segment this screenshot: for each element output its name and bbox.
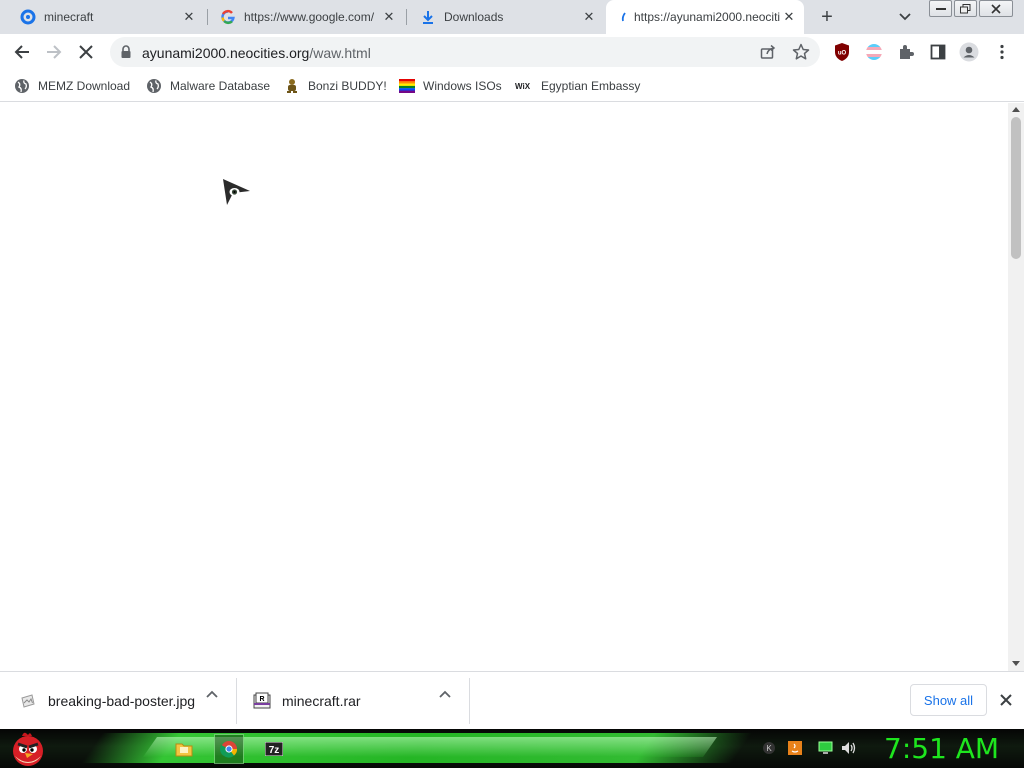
scrollbar-thumb[interactable]	[1011, 117, 1021, 259]
download-filename: minecraft.rar	[282, 693, 361, 709]
bookmark-memz-download[interactable]: MEMZ Download	[14, 76, 130, 96]
bookmark-label: Egyptian Embassy	[541, 79, 641, 93]
bookmark-label: Malware Database	[170, 79, 271, 93]
tab-search-chevron-down-icon[interactable]	[895, 8, 915, 26]
download-options-chevron-up-icon[interactable]	[205, 686, 221, 700]
windows-taskbar: 7z K 7:51 AM	[0, 729, 1024, 768]
bonzi-icon	[284, 78, 300, 94]
svg-text:uO: uO	[838, 51, 847, 57]
chrome-icon[interactable]	[214, 734, 244, 764]
share-icon[interactable]	[760, 44, 776, 65]
window-controls	[927, 0, 1013, 17]
bookmark-bonzi-buddy[interactable]: Bonzi BUDDY!	[284, 76, 387, 96]
url-host: ayunami2000.neocities.org	[142, 45, 310, 61]
tray-skype-icon[interactable]: K	[761, 740, 777, 756]
eye-cursor-icon	[220, 177, 252, 207]
close-tab-icon[interactable]: ✕	[380, 8, 398, 26]
url-path: /waw.html	[309, 45, 371, 61]
page-content[interactable]	[0, 103, 1008, 671]
bookmark-star-icon[interactable]	[792, 43, 810, 66]
image-file-icon	[18, 691, 38, 711]
rar-archive-icon: R	[252, 691, 272, 711]
tray-java-update-icon[interactable]	[787, 740, 803, 756]
window-close-button[interactable]	[979, 0, 1013, 17]
tab-title: minecraft	[44, 10, 94, 24]
tab-title: https://ayunami2000.neocities.org/waw.ht…	[634, 10, 780, 24]
bookmark-label: Bonzi BUDDY!	[308, 79, 387, 93]
bookmark-windows-isos[interactable]: Windows ISOs	[399, 76, 502, 96]
globe-icon	[146, 78, 162, 94]
download-filename: breaking-bad-poster.jpg	[48, 693, 196, 709]
scroll-down-arrow-icon[interactable]	[1012, 661, 1020, 666]
bookmark-egyptian-embassy[interactable]: WiX Egyptian Embassy	[515, 76, 640, 96]
svg-text:WiX: WiX	[515, 82, 531, 91]
bookmark-label: MEMZ Download	[38, 79, 131, 93]
download-item-minecraft-rar[interactable]: R minecraft.rar	[252, 680, 361, 722]
browser-toolbar: ayunami2000.neocities.org/waw.html uO	[0, 34, 1024, 70]
url-text: ayunami2000.neocities.org/waw.html	[142, 45, 371, 61]
tray-volume-icon[interactable]	[841, 740, 857, 756]
7zip-icon[interactable]: 7z	[259, 734, 289, 764]
download-icon	[420, 9, 436, 25]
download-item-breaking-bad[interactable]: breaking-bad-poster.jpg	[18, 680, 195, 722]
side-panel-icon[interactable]	[927, 42, 949, 62]
bookmarks-bar: MEMZ Download Malware Database Bonzi BUD…	[0, 70, 1024, 102]
minimize-button[interactable]	[929, 0, 952, 17]
profile-avatar-icon[interactable]	[958, 42, 980, 62]
new-tab-button[interactable]: +	[816, 6, 838, 28]
bookmark-label: Windows ISOs	[423, 79, 502, 93]
tab-separator	[207, 9, 208, 25]
close-tab-icon[interactable]: ✕	[180, 8, 198, 26]
show-all-downloads-button[interactable]: Show all	[910, 684, 987, 716]
stop-loading-button[interactable]	[75, 42, 97, 62]
rainbow-flag-icon	[399, 78, 415, 94]
tab-google[interactable]: https://www.google.com/ ✕	[212, 0, 404, 34]
trans-flag-extension-icon[interactable]	[863, 42, 885, 62]
tab-downloads[interactable]: Downloads ✕	[412, 0, 604, 34]
tab-separator	[406, 9, 407, 25]
restore-button[interactable]	[954, 0, 977, 17]
wix-icon: WiX	[515, 78, 533, 94]
tab-minecraft[interactable]: minecraft ✕	[12, 0, 204, 34]
vertical-scrollbar[interactable]	[1008, 103, 1024, 671]
download-options-chevron-up-icon[interactable]	[438, 686, 454, 700]
bookmark-malware-database[interactable]: Malware Database	[146, 76, 270, 96]
tab-title: Downloads	[444, 10, 504, 24]
taskbar-clock[interactable]: 7:51 AM	[884, 732, 999, 765]
tab-title: https://www.google.com/	[244, 10, 375, 24]
close-tab-icon[interactable]: ✕	[580, 8, 598, 26]
loading-icon	[620, 9, 628, 25]
download-separator	[469, 678, 470, 724]
svg-text:R: R	[259, 696, 264, 703]
menu-kebab-icon[interactable]	[991, 42, 1013, 62]
download-separator	[236, 678, 237, 724]
tab-strip: minecraft ✕ https://www.google.com/ ✕ Do…	[0, 0, 1024, 34]
ublock-origin-icon[interactable]: uO	[831, 42, 853, 62]
extensions-puzzle-icon[interactable]	[895, 42, 917, 62]
file-explorer-icon[interactable]	[169, 734, 199, 764]
svg-text:K: K	[766, 744, 772, 753]
close-tab-icon[interactable]: ✕	[780, 8, 798, 26]
globe-icon	[14, 78, 30, 94]
start-button-angry-bird-icon[interactable]	[8, 730, 48, 768]
blue-circle-icon	[20, 9, 36, 25]
address-bar[interactable]: ayunami2000.neocities.org/waw.html	[110, 37, 820, 67]
forward-button[interactable]	[43, 42, 65, 62]
google-icon	[220, 9, 236, 25]
svg-text:7z: 7z	[269, 745, 280, 756]
close-download-shelf-icon[interactable]	[996, 690, 1016, 710]
scroll-up-arrow-icon[interactable]	[1012, 107, 1020, 112]
lock-icon[interactable]	[120, 45, 134, 59]
back-button[interactable]	[11, 42, 33, 62]
tray-network-icon[interactable]	[817, 740, 833, 756]
download-shelf: breaking-bad-poster.jpg R minecraft.rar …	[0, 671, 1024, 729]
tab-ayunami[interactable]: https://ayunami2000.neocities.org/waw.ht…	[606, 0, 804, 34]
